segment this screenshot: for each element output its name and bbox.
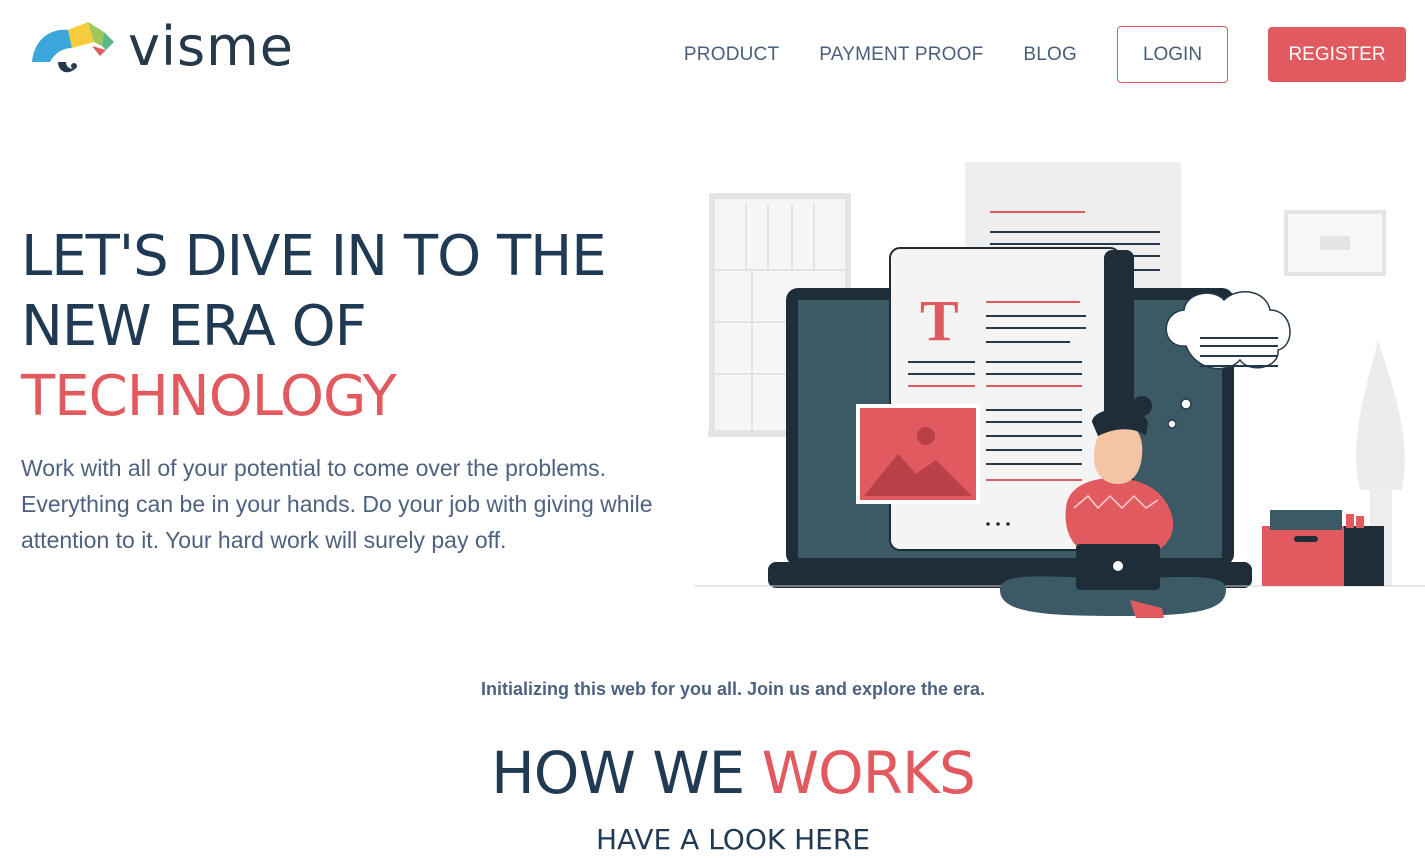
brand-logo[interactable]: visme bbox=[28, 18, 348, 80]
section-tagline: Initializing this web for you all. Join … bbox=[480, 679, 986, 699]
nav-blog-link[interactable]: BLOG bbox=[1023, 44, 1077, 66]
nav-product-link[interactable]: PRODUCT bbox=[684, 44, 779, 66]
brand-name: visme bbox=[128, 15, 294, 78]
site-header: visme PRODUCT PAYMENT PROOF BLOG LOGIN R… bbox=[0, 0, 1425, 110]
illustration-t-letter: T bbox=[920, 288, 959, 353]
section-title-main: HOW WE bbox=[491, 739, 762, 807]
main-nav: PRODUCT PAYMENT PROOF BLOG LOGIN REGISTE… bbox=[684, 26, 1406, 83]
nav-payment-proof-link[interactable]: PAYMENT PROOF bbox=[819, 44, 983, 66]
hero-title-line-2: NEW ERA OF bbox=[21, 294, 367, 359]
hero-description: Work with all of your potential to come … bbox=[21, 455, 653, 553]
hero-title-accent: TECHNOLOGY bbox=[21, 364, 397, 429]
hero-title-line-1: LET'S DIVE IN TO THE bbox=[21, 224, 607, 289]
register-button[interactable]: REGISTER bbox=[1268, 27, 1406, 82]
how-we-works-heading: HOW WE WORKS bbox=[0, 738, 1425, 808]
section-title-accent: WORKS bbox=[761, 739, 976, 807]
hero-title: LET'S DIVE IN TO THE NEW ERA OF TECHNOLO… bbox=[21, 222, 681, 432]
visme-logo-icon bbox=[32, 22, 114, 73]
login-button[interactable]: LOGIN bbox=[1117, 26, 1228, 83]
section-subtitle: HAVE A LOOK HERE bbox=[595, 823, 871, 856]
laptop-illustration: T bbox=[694, 162, 1425, 618]
